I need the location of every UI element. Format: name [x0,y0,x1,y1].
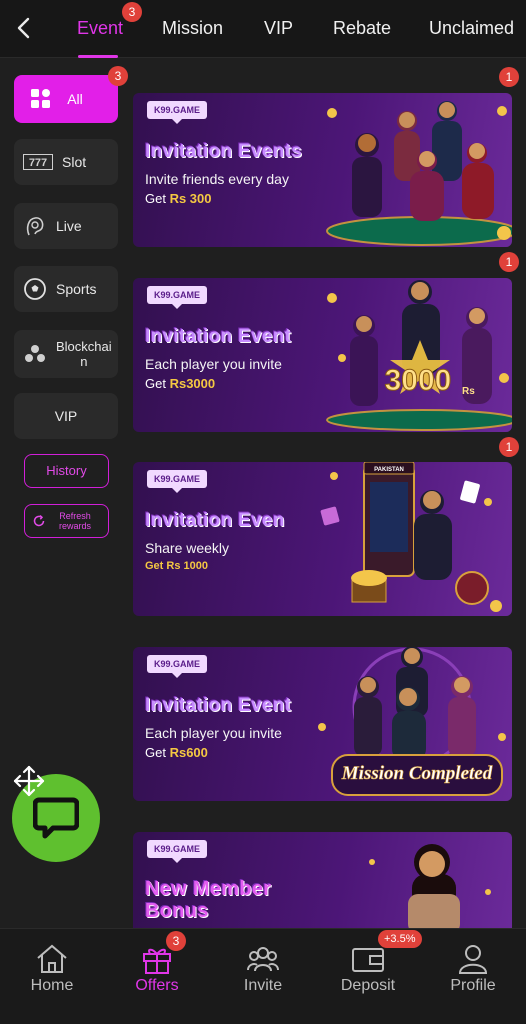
history-button[interactable]: History [24,454,109,488]
banner-new-member-bonus[interactable]: K99.GAME New Member Bonus [133,832,512,928]
nav-invite-label: Invite [243,977,283,994]
nav-profile[interactable]: Profile [423,929,523,1024]
category-all-label: All [67,91,83,107]
mission-completed-illustration: Mission Completed [318,647,506,796]
tab-mission[interactable]: Mission [162,18,223,39]
brand-tag: K99.GAME [147,840,207,863]
soccer-ball-icon [22,276,48,302]
nav-offers[interactable]: Offers [107,929,207,1024]
all-count-badge: 3 [108,66,128,86]
banner-notification-badge: 1 [499,67,519,87]
brand-tag: K99.GAME [147,101,207,124]
event-count-badge: 3 [122,2,142,22]
bottom-navigation: Home Offers 3 Invite Deposit Profile [0,928,526,1024]
drag-move-icon[interactable] [12,764,46,798]
nav-deposit-label: Deposit [340,977,396,994]
refresh-rewards-label: Refresh rewards [58,511,91,531]
banner-title-line2: Bonus [145,900,209,922]
active-tab-indicator [78,55,118,58]
banner-title: New Member [145,878,272,900]
prize-rs-text: Rs [462,386,475,397]
3000-rs-prize-illustration: 3000 Rs [326,280,512,431]
grid-icon [31,89,50,108]
refresh-icon [33,514,45,527]
deposit-bonus-badge: +3.5% [378,930,422,948]
refresh-rewards-button[interactable]: Refresh rewards [24,504,109,538]
slot-777-icon: 777 [22,149,54,175]
category-sports[interactable]: Sports [14,266,118,312]
banner-invitation-mission-completed[interactable]: K99.GAME Invitation Event Each player yo… [133,647,512,801]
category-sports-label: Sports [56,281,97,297]
banner-amount: Get Rs 1000 [145,560,208,572]
category-slot[interactable]: 777 Slot [14,139,118,185]
banner-invitation-share-weekly[interactable]: K99.GAME Invitation Even Share weekly Ge… [133,462,512,616]
category-live-label: Live [56,218,82,234]
nav-invite[interactable]: Invite [213,929,313,1024]
category-live[interactable]: Live [14,203,118,249]
top-tab-bar: Event 3 Mission VIP Rebate Unclaimed [0,0,526,58]
home-icon [37,944,67,973]
banner-title: Invitation Event [145,326,292,347]
nav-home-label: Home [30,977,74,994]
brand-tag: K99.GAME [147,655,207,678]
live-dealer-icon [22,213,48,239]
category-blockchain[interactable]: Blockchai n [14,330,118,378]
banner-amount: Get Rs 300 [145,191,212,206]
back-arrow-icon[interactable] [12,14,36,42]
profile-icon [458,945,488,974]
wallet-icon [352,948,384,972]
svg-text:777: 777 [29,157,47,169]
banner-amount: Get Rs3000 [145,376,216,391]
slot-machine-label: PAKISTAN [374,467,404,473]
category-blockchain-label: Blockchai n [56,339,112,369]
category-slot-label: Slot [62,154,87,170]
banner-title: Invitation Even [145,510,285,531]
blockchain-icon [22,341,48,367]
banner-notification-badge: 1 [499,252,519,272]
tab-event[interactable]: Event [77,18,123,39]
woman-illustration [369,844,491,928]
brand-tag: K99.GAME [147,470,207,493]
banner-subtitle: Share weekly [145,540,230,556]
banner-subtitle: Each player you invite [145,356,282,372]
banner-title: Invitation Event [145,695,292,716]
banner-notification-badge: 1 [499,437,519,457]
chat-bubble-icon [33,797,79,839]
banner-invitation-event-3000[interactable]: K99.GAME Invitation Event Each player yo… [133,278,512,432]
offers-count-badge: 3 [166,931,186,951]
banner-invitation-events[interactable]: K99.GAME Invitation Events Invite friend… [133,93,512,247]
people-icon [247,947,279,972]
category-vip-label: VIP [54,408,78,424]
mission-completed-text: Mission Completed [341,763,493,784]
slot-machine-illustration: PAKISTAN [320,462,502,612]
banner-title: Invitation Events [145,141,303,162]
banner-subtitle: Invite friends every day [145,171,289,187]
casino-table-people-illustration [326,101,512,246]
brand-tag: K99.GAME [147,286,207,309]
category-vip[interactable]: VIP [14,393,118,439]
tab-vip[interactable]: VIP [264,18,293,39]
nav-profile-label: Profile [450,977,496,994]
nav-home[interactable]: Home [2,929,102,1024]
tab-rebate[interactable]: Rebate [333,18,391,39]
prize-3000-text: 3000 [385,364,452,397]
nav-offers-label: Offers [135,977,179,994]
banner-subtitle: Each player you invite [145,725,282,741]
category-all[interactable]: All [14,75,118,123]
banner-amount: Get Rs600 [145,745,208,760]
tab-unclaimed[interactable]: Unclaimed [429,18,514,39]
